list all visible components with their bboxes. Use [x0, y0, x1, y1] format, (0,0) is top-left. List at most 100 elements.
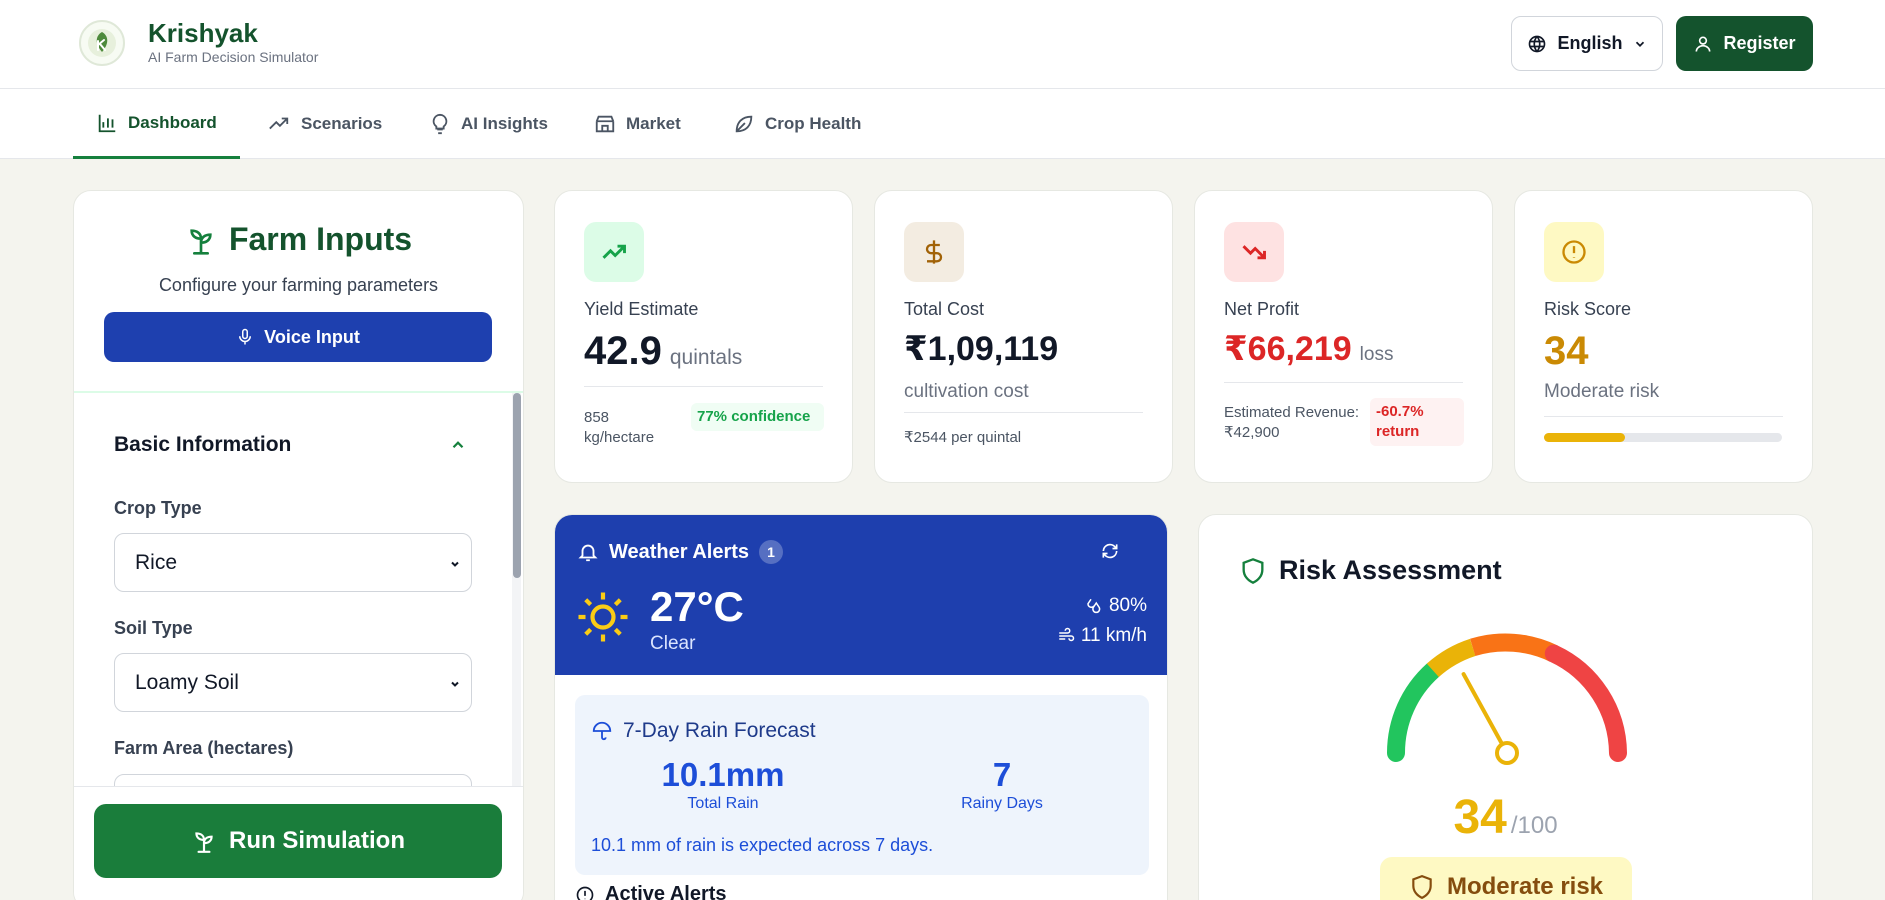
risk-gauge [1387, 633, 1627, 765]
divider [904, 412, 1143, 413]
confidence-badge: 77% confidence [691, 403, 824, 431]
farm-inputs-title-text: Farm Inputs [228, 221, 413, 257]
yield-value: 42.9 [584, 329, 662, 373]
bell-icon [577, 541, 599, 563]
refresh-icon[interactable] [1100, 541, 1120, 561]
humidity: 80% [1085, 595, 1147, 617]
rain-forecast-box: 7-Day Rain Forecast 10.1mm Total Rain 7 … [575, 695, 1149, 875]
language-label: English [1557, 33, 1623, 53]
globe-icon [1527, 34, 1547, 54]
rainy-days-value: 7 [992, 756, 1012, 793]
run-simulation-button[interactable]: Run Simulation [94, 804, 502, 878]
weather-condition: Clear [650, 633, 696, 654]
risk-score-label: Risk Score [1544, 299, 1632, 319]
risk-level-badge: Moderate risk [1380, 857, 1632, 900]
shield-icon [1239, 556, 1267, 586]
alert-circle-icon [575, 885, 595, 900]
cost-per-quintal: ₹2544 per quintal [904, 429, 1022, 446]
trending-down-icon [1224, 222, 1284, 282]
droplets-icon [1085, 597, 1103, 615]
rain-forecast-note: 10.1 mm of rain is expected across 7 day… [591, 835, 934, 855]
risk-score-card: Risk Score 34 Moderate risk [1514, 190, 1813, 483]
humidity-value: 80% [1108, 595, 1147, 616]
net-profit-value-row: ₹66,219 loss [1224, 329, 1393, 369]
yield-unit: quintals [669, 346, 743, 369]
weather-title-row: Weather Alerts 1 [577, 540, 784, 564]
rainy-days-label: Rainy Days [961, 795, 1043, 812]
risk-score-display: 34 /100 [1199, 790, 1812, 845]
yield-value-row: 42.9 quintals [584, 329, 742, 374]
bar-chart-icon [96, 112, 118, 134]
scrollbar-thumb[interactable] [513, 393, 521, 578]
risk-score-max: /100 [1510, 812, 1558, 839]
gauge-needle [1461, 672, 1509, 755]
trending-up-icon [584, 222, 644, 282]
net-profit-card: Net Profit ₹66,219 loss Estimated Revenu… [1194, 190, 1493, 483]
gauge-arc-elevated [1470, 633, 1558, 662]
tab-crop-health[interactable]: Crop Health [733, 89, 861, 159]
soil-type-label: Soil Type [114, 618, 193, 638]
total-rain-label: Total Rain [687, 795, 759, 812]
risk-score-value-row: 34 [1544, 329, 1589, 374]
language-selector[interactable]: English [1511, 16, 1663, 71]
tab-ai-insights[interactable]: AI Insights [429, 89, 548, 159]
gauge-arc-low [1387, 661, 1442, 762]
shield-icon [1409, 874, 1435, 900]
microphone-icon [236, 327, 254, 347]
tab-label: Dashboard [128, 112, 217, 132]
crop-type-select[interactable]: Rice [114, 533, 472, 592]
tab-dashboard[interactable]: Dashboard [73, 89, 240, 159]
tab-market[interactable]: Market [594, 89, 681, 159]
divider [1544, 416, 1783, 417]
voice-input-label: Voice Input [264, 326, 360, 347]
gauge-arc-moderate [1426, 638, 1476, 678]
crop-type-value: Rice [135, 550, 178, 574]
umbrella-icon [591, 720, 613, 742]
logo-icon[interactable] [79, 20, 125, 66]
run-simulation-footer: Run Simulation [74, 786, 523, 900]
estimated-revenue-value: ₹42,900 [1224, 424, 1280, 441]
divider [74, 391, 523, 393]
total-cost-card: Total Cost ₹1,09,119 cultivation cost ₹2… [874, 190, 1173, 483]
wind: 11 km/h [1057, 625, 1147, 647]
tab-label: Market [626, 114, 681, 133]
gauge-arc-high [1544, 644, 1627, 762]
chevron-down-icon [449, 678, 461, 690]
risk-score-subtitle: Moderate risk [1544, 381, 1660, 402]
net-profit-unit: loss [1359, 344, 1394, 365]
sun-icon [575, 589, 631, 645]
app-header: Krishyak AI Farm Decision Simulator Engl… [0, 0, 1885, 89]
risk-assessment-card: Risk Assessment 34 /100 Moderate risk [1198, 514, 1813, 900]
dollar-icon [904, 222, 964, 282]
trending-up-icon [267, 113, 291, 135]
chevron-up-icon[interactable] [449, 436, 467, 454]
register-label: Register [1723, 33, 1796, 53]
chevron-down-icon [1633, 37, 1647, 51]
run-simulation-label: Run Simulation [229, 827, 405, 854]
tab-scenarios[interactable]: Scenarios [267, 89, 382, 159]
gauge-pivot [1495, 741, 1519, 765]
active-alerts-heading: Active Alerts [575, 883, 727, 900]
yield-estimate-card: Yield Estimate 42.9 quintals 858 kg/hect… [554, 190, 853, 483]
total-rain-value: 10.1mm [661, 756, 785, 793]
yield-label: Yield Estimate [584, 299, 699, 319]
voice-input-button[interactable]: Voice Input [104, 312, 492, 362]
tab-label: Crop Health [765, 114, 862, 133]
farm-inputs-subtitle: Configure your farming parameters [158, 275, 439, 295]
risk-progress-track [1544, 433, 1782, 442]
weather-alerts-card: Weather Alerts 1 27°C Clear 80% 11 km/h [554, 514, 1168, 900]
estimated-revenue: Estimated Revenue: ₹42,900 [1224, 403, 1359, 443]
risk-progress-fill [1544, 433, 1625, 442]
net-profit-label: Net Profit [1224, 299, 1300, 319]
farm-inputs-title: Farm Inputs [74, 221, 523, 258]
divider [1224, 382, 1463, 383]
register-button[interactable]: Register [1676, 16, 1813, 71]
weather-title: Weather Alerts [609, 540, 750, 563]
lightbulb-icon [429, 113, 451, 135]
risk-score-number: 34 [1453, 791, 1507, 844]
soil-type-select[interactable]: Loamy Soil [114, 653, 472, 712]
rain-forecast-title: 7-Day Rain Forecast [591, 719, 816, 743]
farm-area-label: Farm Area (hectares) [114, 738, 294, 758]
store-icon [594, 113, 616, 135]
divider [584, 386, 823, 387]
